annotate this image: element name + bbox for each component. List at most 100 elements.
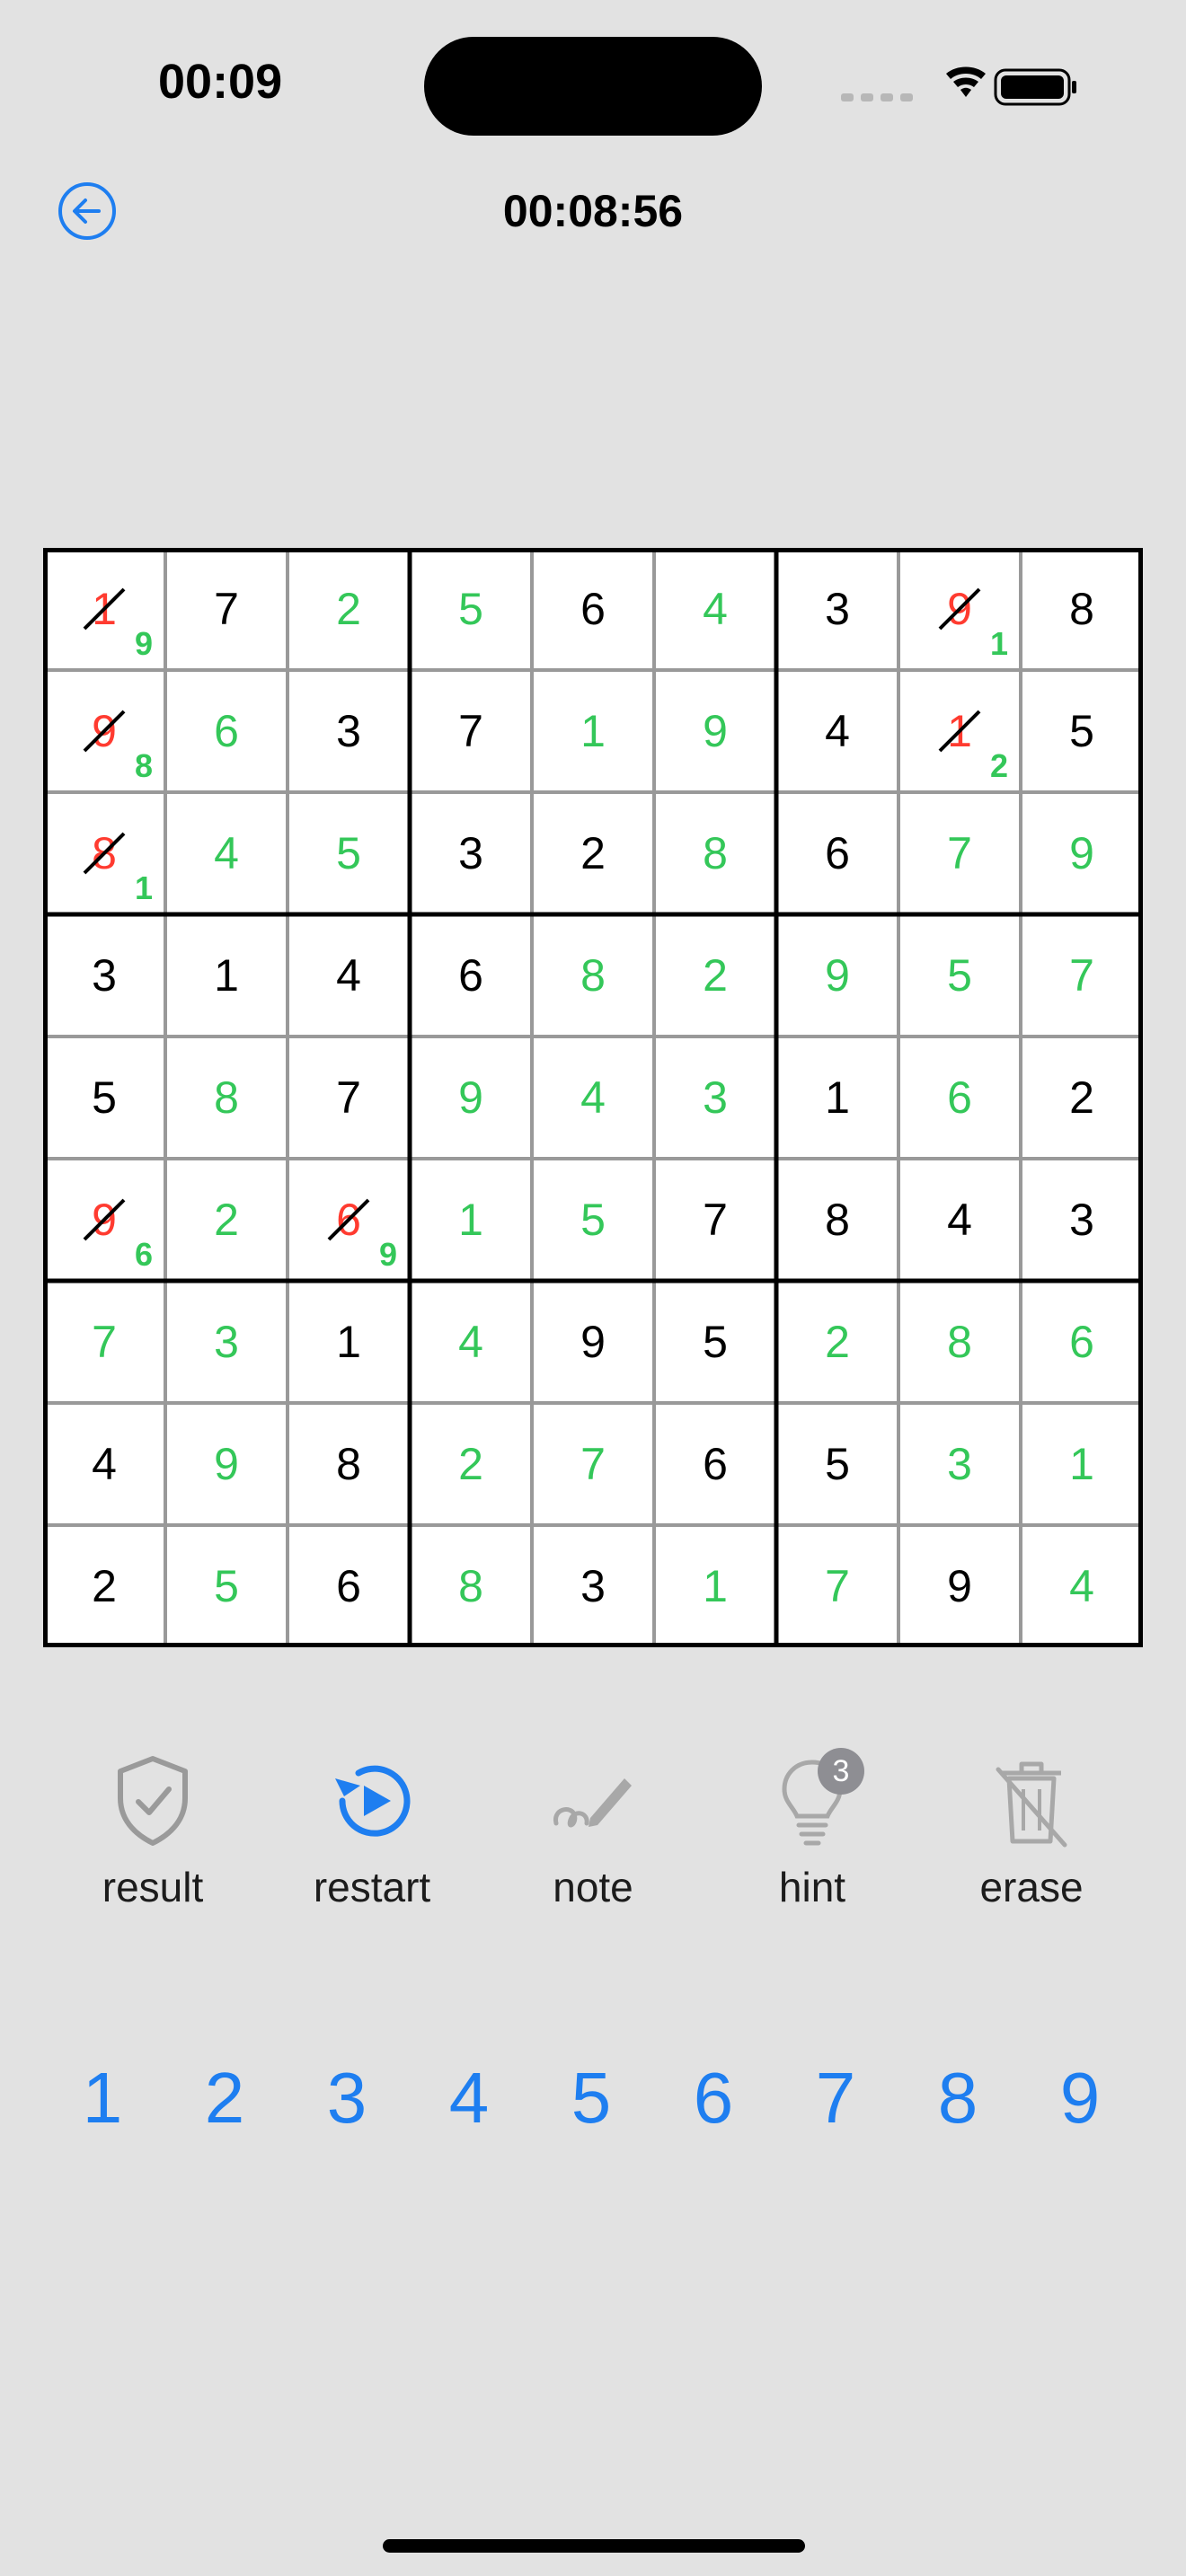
sudoku-cell[interactable]: 2 — [654, 914, 776, 1037]
sudoku-cell[interactable]: 6 — [532, 548, 654, 670]
sudoku-cell[interactable]: 4 — [776, 670, 898, 792]
restart-play-icon — [335, 1765, 411, 1837]
entered-digit: 4 — [1069, 1561, 1094, 1611]
sudoku-cell[interactable]: 3 — [898, 1403, 1021, 1525]
sudoku-cell[interactable]: 6 — [898, 1037, 1021, 1159]
number-key-5[interactable]: 5 — [542, 2057, 641, 2139]
sudoku-cell[interactable]: 12 — [898, 670, 1021, 792]
sudoku-cell[interactable]: 3 — [776, 548, 898, 670]
sudoku-cell[interactable]: 91 — [898, 548, 1021, 670]
sudoku-cell[interactable]: 5 — [1021, 670, 1143, 792]
sudoku-cell[interactable]: 7 — [288, 1037, 410, 1159]
sudoku-cell[interactable]: 2 — [1021, 1037, 1143, 1159]
sudoku-cell[interactable]: 5 — [288, 792, 410, 914]
sudoku-cell[interactable]: 1 — [288, 1281, 410, 1403]
number-key-7[interactable]: 7 — [786, 2057, 885, 2139]
sudoku-cell[interactable]: 4 — [898, 1159, 1021, 1281]
sudoku-cell[interactable]: 3 — [43, 914, 165, 1037]
sudoku-cell[interactable]: 1 — [165, 914, 288, 1037]
sudoku-cell[interactable]: 98 — [43, 670, 165, 792]
entered-digit: 4 — [458, 1317, 483, 1367]
sudoku-cell[interactable]: 4 — [410, 1281, 532, 1403]
sudoku-cell[interactable]: 19 — [43, 548, 165, 670]
sudoku-cell[interactable]: 69 — [288, 1159, 410, 1281]
sudoku-cell[interactable]: 1 — [410, 1159, 532, 1281]
sudoku-cell[interactable]: 1 — [654, 1525, 776, 1647]
sudoku-cell[interactable]: 96 — [43, 1159, 165, 1281]
sudoku-cell[interactable]: 8 — [898, 1281, 1021, 1403]
sudoku-cell[interactable]: 2 — [43, 1525, 165, 1647]
sudoku-cell[interactable]: 7 — [776, 1525, 898, 1647]
sudoku-cell[interactable]: 7 — [898, 792, 1021, 914]
note-button[interactable]: note — [503, 1751, 683, 1931]
sudoku-cell[interactable]: 2 — [410, 1403, 532, 1525]
sudoku-cell[interactable]: 3 — [654, 1037, 776, 1159]
sudoku-cell[interactable]: 7 — [43, 1281, 165, 1403]
sudoku-cell[interactable]: 9 — [1021, 792, 1143, 914]
sudoku-cell[interactable]: 9 — [165, 1403, 288, 1525]
sudoku-cell[interactable]: 7 — [165, 548, 288, 670]
number-key-9[interactable]: 9 — [1031, 2057, 1129, 2139]
sudoku-cell[interactable]: 1 — [532, 670, 654, 792]
sudoku-cell[interactable]: 9 — [410, 1037, 532, 1159]
sudoku-cell[interactable]: 6 — [288, 1525, 410, 1647]
sudoku-cell[interactable]: 5 — [776, 1403, 898, 1525]
number-key-3[interactable]: 3 — [297, 2057, 396, 2139]
sudoku-cell[interactable]: 9 — [532, 1281, 654, 1403]
sudoku-cell[interactable]: 3 — [1021, 1159, 1143, 1281]
sudoku-cell[interactable]: 5 — [898, 914, 1021, 1037]
sudoku-cell[interactable]: 3 — [532, 1525, 654, 1647]
sudoku-cell[interactable]: 4 — [288, 914, 410, 1037]
sudoku-cell[interactable]: 8 — [532, 914, 654, 1037]
sudoku-cell[interactable]: 9 — [776, 914, 898, 1037]
sudoku-cell[interactable]: 9 — [654, 670, 776, 792]
sudoku-cell[interactable]: 7 — [410, 670, 532, 792]
sudoku-cell[interactable]: 8 — [1021, 548, 1143, 670]
sudoku-cell[interactable]: 4 — [1021, 1525, 1143, 1647]
sudoku-cell[interactable]: 8 — [776, 1159, 898, 1281]
sudoku-cell[interactable]: 5 — [654, 1281, 776, 1403]
number-key-8[interactable]: 8 — [908, 2057, 1007, 2139]
number-key-4[interactable]: 4 — [420, 2057, 518, 2139]
result-button[interactable]: result — [63, 1751, 243, 1931]
sudoku-cell[interactable]: 7 — [1021, 914, 1143, 1037]
sudoku-cell[interactable]: 2 — [288, 548, 410, 670]
sudoku-cell[interactable]: 2 — [532, 792, 654, 914]
restart-button[interactable]: restart — [282, 1751, 462, 1931]
sudoku-cell[interactable]: 6 — [410, 914, 532, 1037]
sudoku-cell[interactable]: 3 — [288, 670, 410, 792]
sudoku-cell[interactable]: 8 — [165, 1037, 288, 1159]
sudoku-cell[interactable]: 6 — [776, 792, 898, 914]
sudoku-cell[interactable]: 6 — [1021, 1281, 1143, 1403]
sudoku-cell[interactable]: 5 — [43, 1037, 165, 1159]
sudoku-cell[interactable]: 6 — [654, 1403, 776, 1525]
sudoku-cell[interactable]: 3 — [410, 792, 532, 914]
erase-button[interactable]: erase — [942, 1751, 1121, 1931]
cell-note: 9 — [134, 625, 153, 662]
sudoku-cell[interactable]: 4 — [165, 792, 288, 914]
sudoku-cell[interactable]: 1 — [776, 1037, 898, 1159]
sudoku-cell[interactable]: 1 — [1021, 1403, 1143, 1525]
sudoku-cell[interactable]: 5 — [410, 548, 532, 670]
sudoku-cell[interactable]: 7 — [532, 1403, 654, 1525]
sudoku-cell[interactable]: 2 — [776, 1281, 898, 1403]
sudoku-cell[interactable]: 9 — [898, 1525, 1021, 1647]
sudoku-cell[interactable]: 4 — [532, 1037, 654, 1159]
sudoku-cell[interactable]: 2 — [165, 1159, 288, 1281]
sudoku-cell[interactable]: 8 — [288, 1403, 410, 1525]
hint-button[interactable]: 3 hint — [722, 1748, 902, 1931]
sudoku-cell[interactable]: 7 — [654, 1159, 776, 1281]
given-digit: 6 — [336, 1561, 361, 1611]
sudoku-cell[interactable]: 5 — [165, 1525, 288, 1647]
sudoku-cell[interactable]: 4 — [43, 1403, 165, 1525]
sudoku-cell[interactable]: 5 — [532, 1159, 654, 1281]
sudoku-cell[interactable]: 3 — [165, 1281, 288, 1403]
sudoku-cell[interactable]: 8 — [654, 792, 776, 914]
sudoku-cell[interactable]: 81 — [43, 792, 165, 914]
number-key-1[interactable]: 1 — [53, 2057, 152, 2139]
number-key-2[interactable]: 2 — [175, 2057, 274, 2139]
number-key-6[interactable]: 6 — [664, 2057, 763, 2139]
sudoku-cell[interactable]: 8 — [410, 1525, 532, 1647]
sudoku-cell[interactable]: 6 — [165, 670, 288, 792]
sudoku-cell[interactable]: 4 — [654, 548, 776, 670]
